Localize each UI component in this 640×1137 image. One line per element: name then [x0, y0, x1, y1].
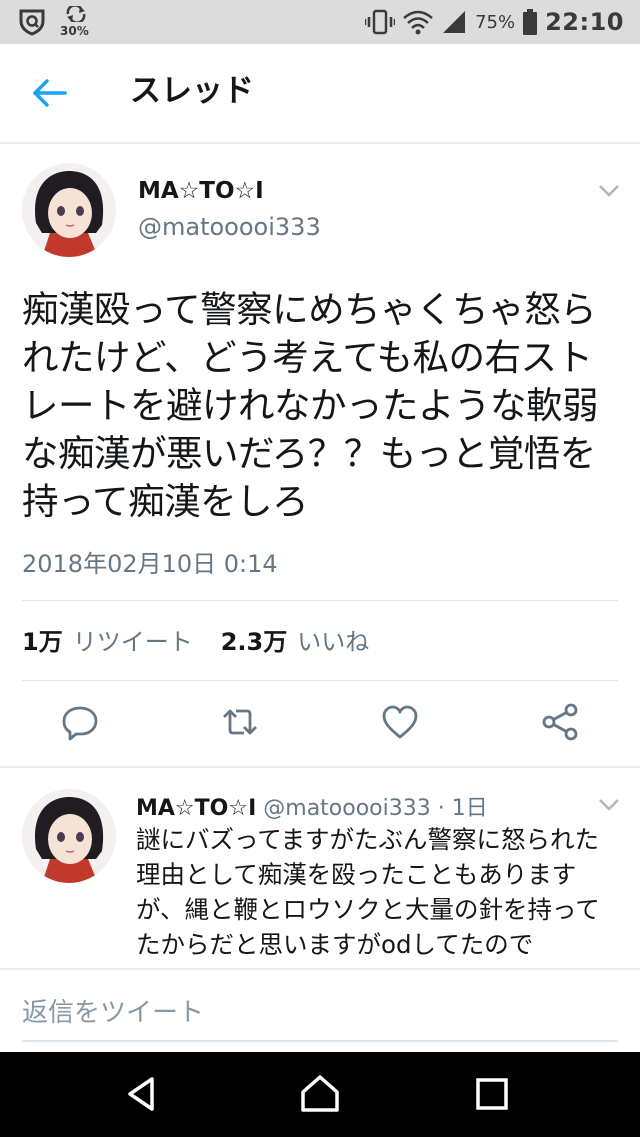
- battery-percent: 75%: [475, 11, 516, 33]
- reply-header: MA☆TO☆I @matooooi333 · 1日: [136, 790, 488, 822]
- chevron-down-icon[interactable]: [598, 184, 620, 198]
- reply-text: 謎にバズってますがたぶん警察に怒られた理由として痴漢を殴ったこともありますが、縄…: [136, 825, 600, 959]
- tweet-timestamp: 2018年02月10日 0:14: [22, 550, 278, 578]
- retweet-icon[interactable]: [220, 702, 260, 742]
- avatar[interactable]: [22, 789, 116, 883]
- reply-icon[interactable]: [60, 702, 100, 742]
- status-icons: 75% 22:10: [365, 0, 624, 44]
- reply-separator: ·: [430, 796, 452, 821]
- compose-underline: [22, 1040, 618, 1042]
- signal-icon: [443, 11, 466, 33]
- divider: [22, 680, 618, 681]
- like-label[interactable]: いいね: [297, 622, 369, 657]
- like-icon[interactable]: [380, 702, 420, 742]
- data-saver-indicator: 30%: [60, 6, 94, 38]
- tweet-stats: 1万 リツイート 2.3万 いいね: [22, 622, 387, 657]
- avatar-image: [22, 163, 116, 257]
- tweet-text: 痴漢殴って警察にめちゃくちゃ怒られたけど、どう考えても私の右ストレートを避けれな…: [22, 288, 599, 523]
- system-nav-bar: [0, 1052, 640, 1137]
- reply-author-handle[interactable]: @matooooi333: [263, 796, 430, 821]
- data-percent: 30%: [60, 24, 89, 38]
- page-title: スレッド: [130, 73, 254, 109]
- vibrate-icon: [365, 9, 396, 35]
- compose-separator: [0, 968, 640, 970]
- author-name[interactable]: MA☆TO☆I: [138, 178, 264, 204]
- reply-compose-input[interactable]: 返信をツイート: [22, 992, 204, 1029]
- share-icon[interactable]: [540, 702, 580, 742]
- clock: 22:10: [545, 8, 624, 36]
- battery-icon: [523, 9, 538, 35]
- reply-age: 1日: [451, 796, 488, 821]
- retweet-count[interactable]: 1万: [22, 622, 63, 657]
- data-sync-icon: [66, 6, 86, 22]
- reply-author-name[interactable]: MA☆TO☆I: [136, 796, 256, 821]
- avatar[interactable]: [22, 163, 116, 257]
- author-handle[interactable]: @matooooi333: [138, 213, 321, 241]
- back-triangle-icon[interactable]: [122, 1074, 162, 1114]
- retweet-label[interactable]: リツイート: [73, 622, 193, 657]
- tweet-separator: [0, 766, 640, 768]
- home-circle-icon[interactable]: [300, 1074, 340, 1114]
- divider: [22, 600, 618, 601]
- chevron-down-icon[interactable]: [598, 798, 620, 812]
- app-bar: スレッド: [0, 44, 640, 144]
- recents-square-icon[interactable]: [472, 1074, 512, 1114]
- wifi-icon: [403, 10, 433, 35]
- like-count[interactable]: 2.3万: [221, 622, 288, 657]
- avatar-image: [22, 789, 116, 883]
- shield-icon: [19, 9, 45, 36]
- back-arrow-icon[interactable]: [30, 76, 68, 110]
- status-bar: 30% 75% 22:10: [0, 0, 640, 44]
